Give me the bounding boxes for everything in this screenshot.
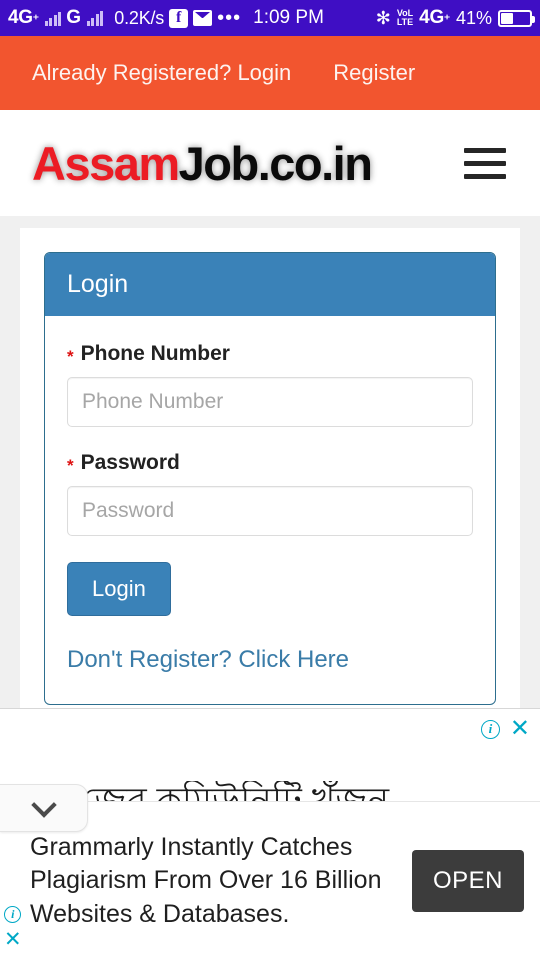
ad-collapse-button[interactable] [0, 784, 88, 832]
ad-info-icon-secondary[interactable]: i [4, 906, 22, 923]
ad-open-button[interactable]: OPEN [412, 850, 524, 912]
bluetooth-icon: ✻ [375, 7, 391, 28]
password-label: * Password [67, 451, 473, 475]
dont-register-click-here-link[interactable]: Don't Register? Click Here [67, 646, 473, 674]
ad-headline-text: Grammarly Instantly Catches Plagiarism F… [30, 833, 382, 928]
register-link[interactable]: Register [333, 60, 415, 86]
more-notifications-icon: ••• [217, 7, 242, 29]
required-asterisk: * [67, 347, 74, 366]
content-container: Login * Phone Number * Password Login Do… [20, 228, 520, 752]
password-label-text: Password [80, 451, 180, 474]
network-type-2-icon: G [66, 7, 81, 28]
already-registered-login-link[interactable]: Already Registered? Login [32, 60, 291, 86]
status-bar: 4G ⁺ G 0.2K/s f ••• 1:09 PM ✻ VoL LTE 4G ⁺ … [0, 0, 540, 36]
volte-icon: VoL LTE [396, 8, 414, 27]
ad-close-icon[interactable]: ✕ [510, 717, 530, 741]
data-speed-label: 0.2K/s [114, 7, 165, 28]
network-type-3-icon: 4G ⁺ [419, 7, 450, 28]
phone-number-input[interactable] [67, 377, 473, 427]
network-type-1-icon: 4G ⁺ [8, 7, 39, 28]
ad-badges: i ✕ [480, 717, 530, 741]
chevron-down-icon [30, 791, 57, 818]
phone-number-label: * Phone Number [67, 342, 473, 366]
battery-percent-label: 41% [455, 7, 492, 28]
ad-corner-badges: i ✕ [4, 906, 22, 950]
field-spacer [67, 427, 473, 451]
page-body: Login * Phone Number * Password Login Do… [0, 216, 540, 752]
phone-number-label-text: Phone Number [80, 342, 230, 365]
status-bar-left: 4G ⁺ G 0.2K/s f ••• 1:09 PM [8, 7, 376, 29]
battery-icon [498, 9, 535, 27]
site-logo[interactable]: AssamJob.co.in [32, 136, 373, 191]
status-bar-right: ✻ VoL LTE 4G ⁺ 41% [375, 7, 535, 29]
signal-bars-1-icon [44, 10, 62, 26]
advertisement-container: i ✕ জের কমিউনিটি খুঁজুন Grammarly Instan… [0, 708, 540, 960]
signal-bars-2-icon [86, 10, 104, 26]
logo-text-secondary: Job.co.in [178, 136, 373, 190]
status-bar-clock: 1:09 PM [253, 7, 324, 28]
ad-top-area: i ✕ জের কমিউনিটি খুঁজুন [0, 709, 540, 832]
login-submit-button[interactable]: Login [67, 562, 171, 616]
password-input[interactable] [67, 486, 473, 536]
login-form: * Phone Number * Password Login Don't Re… [45, 316, 495, 704]
top-navigation-bar: Already Registered? Login Register [0, 36, 540, 110]
login-panel-title: Login [45, 253, 495, 316]
site-header: AssamJob.co.in [0, 110, 540, 216]
logo-text-primary: Assam [32, 136, 180, 190]
login-panel: Login * Phone Number * Password Login Do… [44, 252, 496, 705]
ad-info-icon[interactable]: i [480, 719, 500, 739]
mail-icon [193, 10, 213, 26]
ad-close-icon-secondary[interactable]: ✕ [4, 929, 22, 950]
required-asterisk: * [67, 456, 74, 475]
facebook-icon: f [169, 8, 189, 28]
hamburger-menu-icon[interactable] [458, 142, 512, 185]
